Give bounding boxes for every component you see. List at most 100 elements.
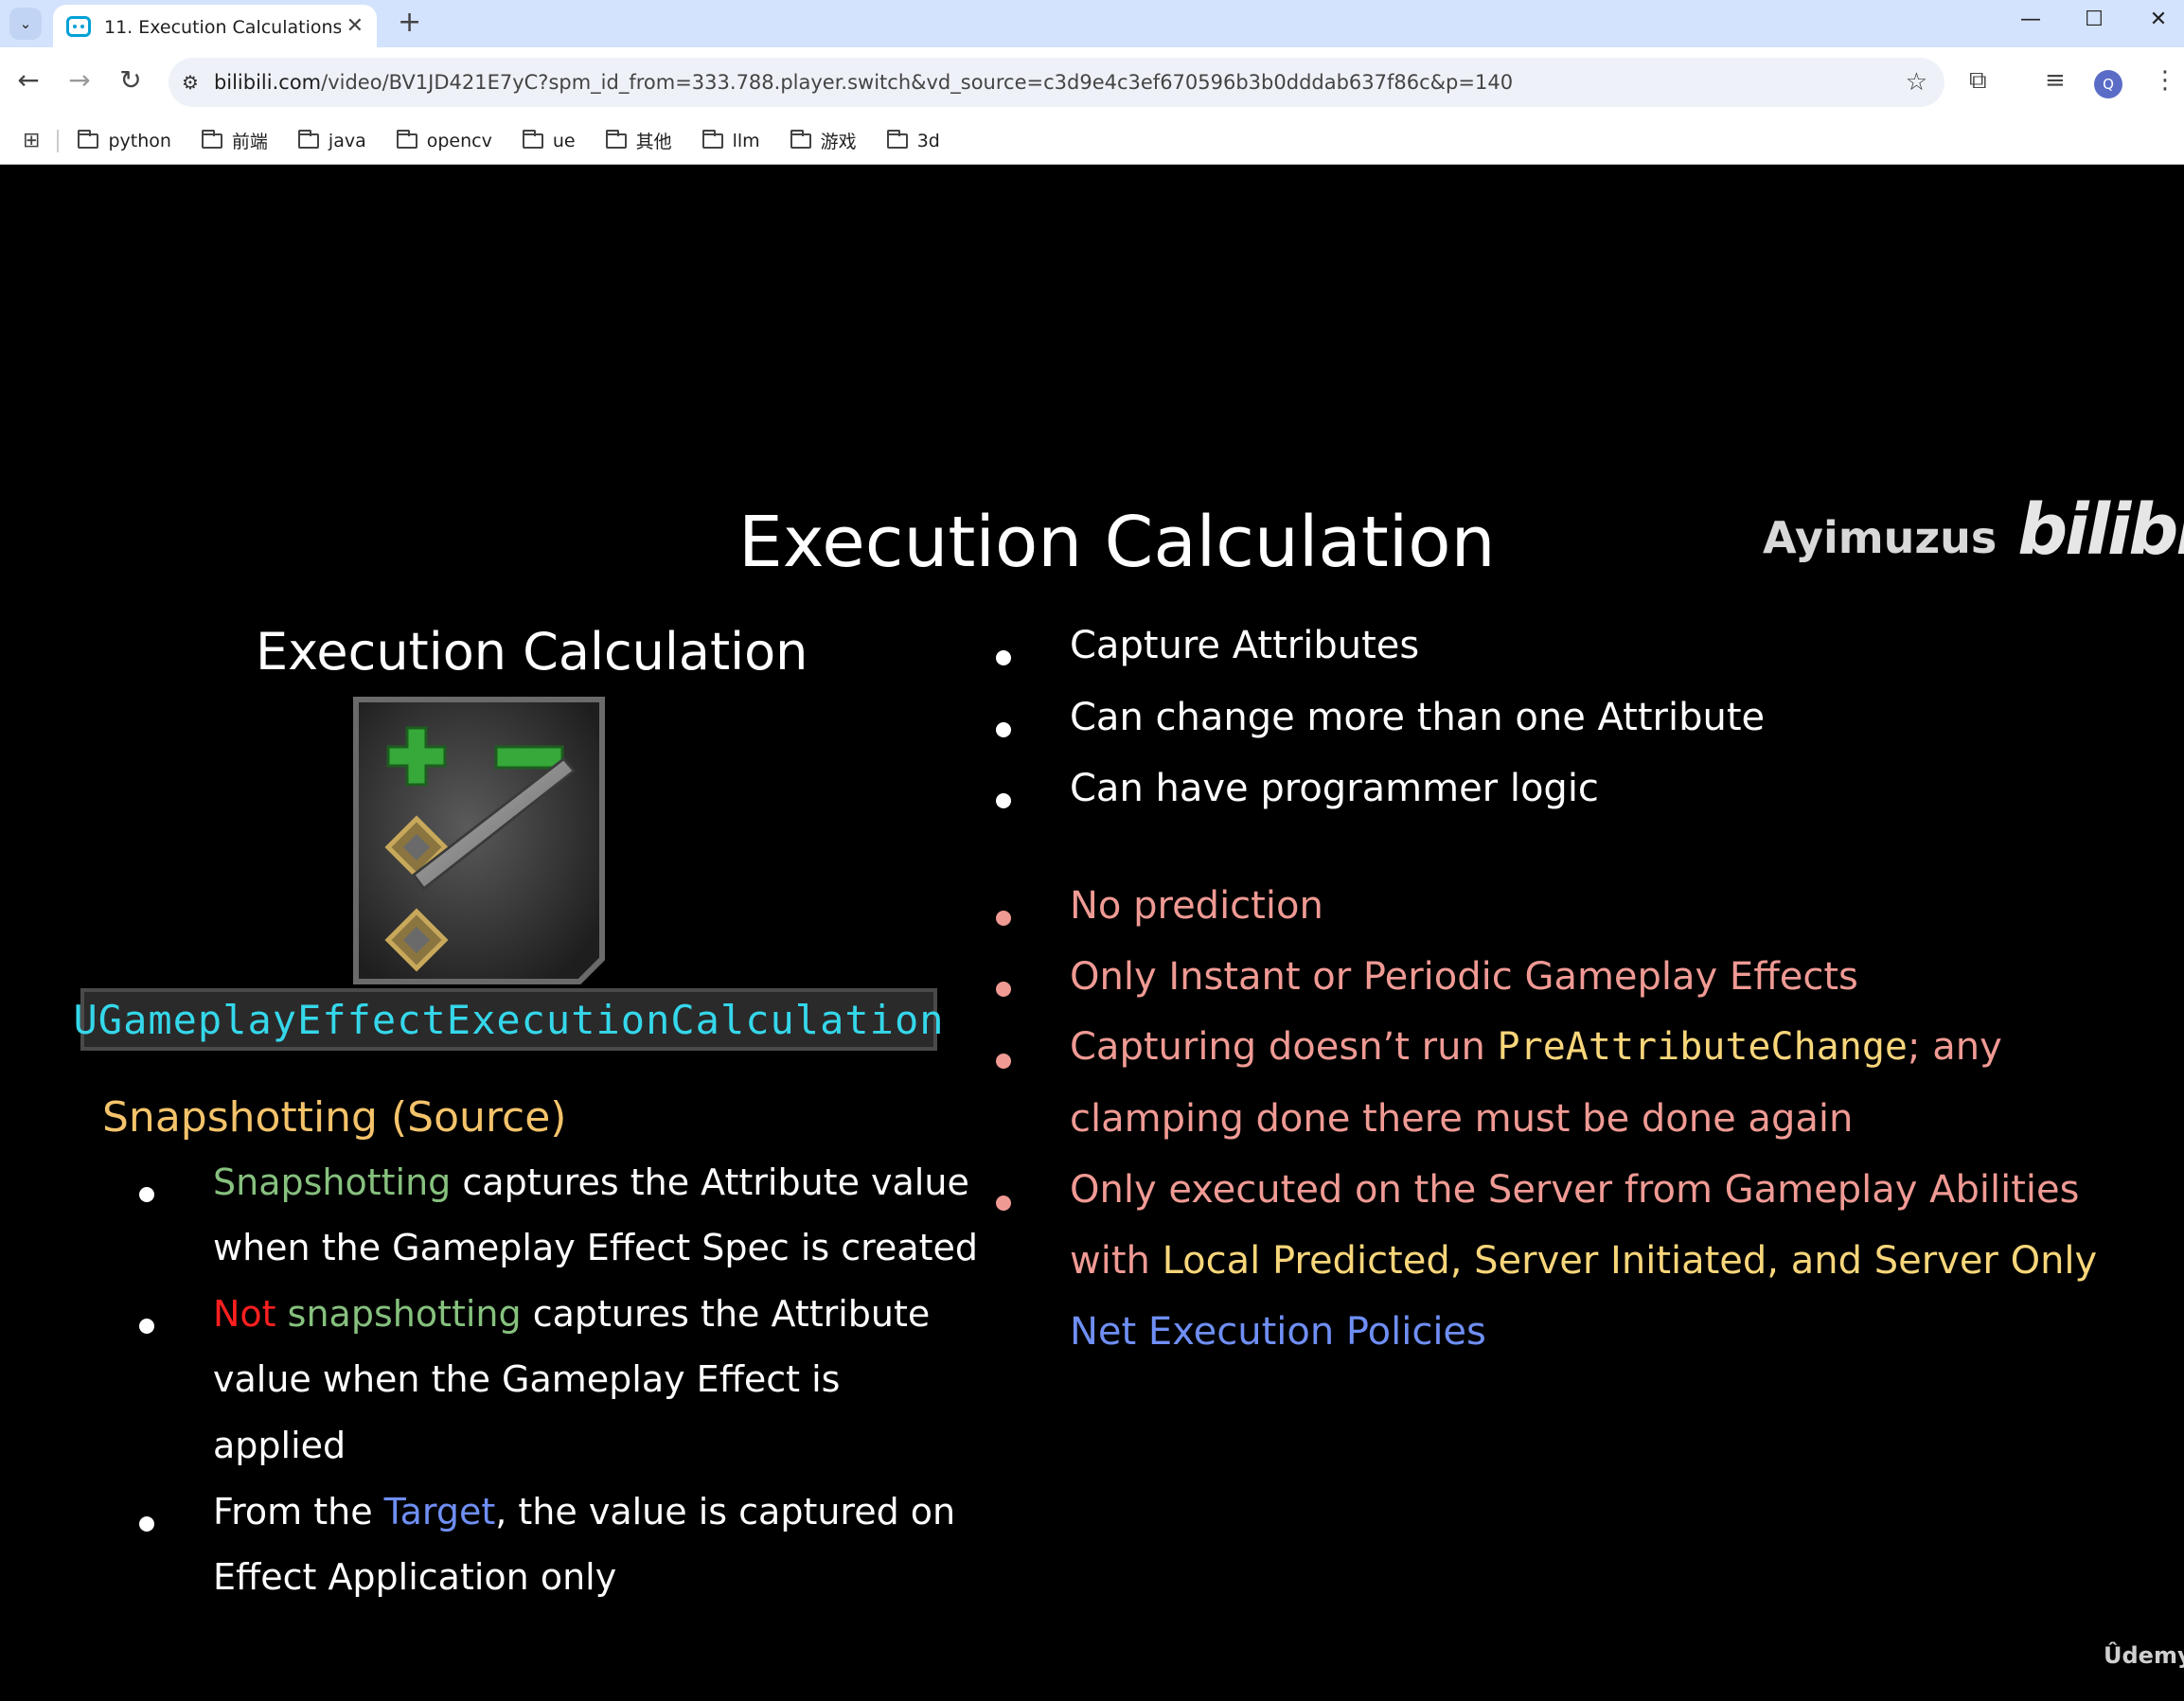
right-bullet-capture-attributes: Capture Attributes <box>1070 624 1420 667</box>
folder-icon <box>701 129 723 149</box>
folder-icon <box>201 129 222 149</box>
extensions-icon[interactable]: ⧉ <box>1969 66 1987 96</box>
policies-list: Local Predicted, Server Initiated, and S… <box>1162 1239 2098 1283</box>
browser-toolbar: ← → ↻ ⚙ bilibili.com/video/BV1JD421E7yC?… <box>0 47 2184 117</box>
text: From the <box>213 1491 384 1533</box>
site-info-icon[interactable]: ⚙ <box>182 71 199 94</box>
folder-icon <box>522 129 543 149</box>
chevron-down-icon: ⌄ <box>19 15 32 32</box>
bookmark-label: opencv <box>426 130 492 151</box>
media-controls-icon[interactable]: ≡ <box>2045 66 2066 95</box>
folder-icon <box>886 129 908 149</box>
bullet <box>996 911 1011 926</box>
right-bullet-capturing-line-1: Capturing doesn’t run PreAttributeChange… <box>1070 1025 2002 1069</box>
bookmark-folder-frontend[interactable]: 前端 <box>201 128 268 153</box>
bookmark-folder-other[interactable]: 其他 <box>605 128 672 153</box>
bookmark-label: 其他 <box>635 132 672 152</box>
text: captures the Attribute <box>521 1293 931 1335</box>
forward-button[interactable]: → <box>61 64 98 96</box>
folder-icon <box>790 129 811 149</box>
left-bullet-2-line-2: value when the Gameplay Effect is <box>213 1358 841 1400</box>
text: with <box>1070 1239 1163 1283</box>
folder-icon <box>297 129 319 149</box>
bullet <box>139 1319 154 1334</box>
bookmark-folder-opencv[interactable]: opencv <box>396 129 492 151</box>
bookmark-label: llm <box>732 130 760 151</box>
bullet <box>139 1187 154 1202</box>
menu-icon[interactable]: ⋮ <box>2153 66 2177 95</box>
tab-strip: ⌄ 11. Execution Calculations 哔 ✕ + — ☐ ✕ <box>0 0 2184 47</box>
bookmark-folder-java[interactable]: java <box>297 129 366 151</box>
slide-title: Execution Calculation <box>738 502 1496 583</box>
class-name-box: UGameplayEffectExecutionCalculation <box>74 988 944 1051</box>
folder-icon <box>78 129 99 149</box>
execution-calculation-icon <box>353 697 605 984</box>
bookmark-label: 前端 <box>231 132 268 152</box>
url-text[interactable]: bilibili.com/video/BV1JD421E7yC?spm_id_f… <box>214 71 1513 94</box>
new-tab-button[interactable]: + <box>398 6 421 39</box>
bookmarks-divider <box>57 129 60 152</box>
tab-title: 11. Execution Calculations 哔 <box>104 17 341 38</box>
bookmark-label: ue <box>552 130 576 151</box>
watermark: Ayimuzus bilibili <box>1763 489 2184 571</box>
right-bullet-server-line-3: Net Execution Policies <box>1070 1310 1486 1354</box>
video-player[interactable]: Execution Calculation Ayimuzus bilibili … <box>0 166 2184 1701</box>
bullet <box>996 650 1011 665</box>
text: Capturing doesn’t run <box>1070 1025 1498 1069</box>
close-window-button[interactable]: ✕ <box>2140 8 2177 31</box>
snapshot-heading: Snapshotting (Source) <box>102 1093 567 1142</box>
term-target: Target <box>383 1491 496 1533</box>
code-preattributechange: PreAttributeChange <box>1497 1025 1909 1069</box>
bullet <box>996 793 1011 808</box>
address-bar[interactable]: ⚙ bilibili.com/video/BV1JD421E7yC?spm_id… <box>169 58 1944 107</box>
maximize-button[interactable]: ☐ <box>2075 8 2113 31</box>
text: ; any <box>1908 1025 2002 1069</box>
minimize-button[interactable]: — <box>2012 8 2050 31</box>
bookmark-folder-python[interactable]: python <box>78 129 171 151</box>
term-not: Not <box>213 1293 276 1335</box>
reload-button[interactable]: ↻ <box>112 64 150 96</box>
apps-grid-icon[interactable]: ⊞ <box>23 129 40 152</box>
right-bullet-instant-periodic: Only Instant or Periodic Gameplay Effect… <box>1070 955 1858 999</box>
left-bullet-2-line-3: applied <box>213 1425 346 1466</box>
folder-icon <box>605 129 627 149</box>
tab-close-icon[interactable]: ✕ <box>346 14 364 38</box>
left-bullet-1-line-2: when the Gameplay Effect Spec is created <box>213 1227 979 1268</box>
profile-avatar[interactable]: Q <box>2094 70 2122 98</box>
bullet <box>996 982 1011 997</box>
tab-active[interactable]: 11. Execution Calculations 哔 ✕ <box>53 5 377 47</box>
term-snapshotting: Snapshotting <box>213 1161 452 1203</box>
udemy-logo: Ûdemy <box>2104 1642 2184 1669</box>
folder-icon <box>396 129 417 149</box>
left-heading: Execution Calculation <box>256 622 808 682</box>
text: , the value is captured on <box>495 1491 956 1533</box>
bookmark-label: 游戏 <box>820 132 857 152</box>
bilibili-favicon-icon <box>66 15 91 37</box>
right-bullet-capturing-line-2: clamping done there must be done again <box>1070 1097 1854 1141</box>
bookmark-label: 3d <box>916 130 940 151</box>
bookmark-folder-3d[interactable]: 3d <box>886 129 940 151</box>
bookmark-folder-games[interactable]: 游戏 <box>790 128 857 153</box>
url-host: bilibili.com <box>213 71 322 94</box>
url-path: /video/BV1JD421E7yC?spm_id_from=333.788.… <box>321 71 1514 94</box>
left-bullet-3-line-1: From the Target, the value is captured o… <box>213 1491 955 1533</box>
bookmarks-bar: ⊞ python 前端 java opencv ue 其他 llm 游戏 3d <box>0 117 2184 165</box>
bullet <box>139 1516 154 1532</box>
left-bullet-3-line-2: Effect Application only <box>213 1556 617 1598</box>
bookmark-folder-llm[interactable]: llm <box>701 129 760 151</box>
right-bullet-server-line-2: with Local Predicted, Server Initiated, … <box>1070 1239 2097 1283</box>
watermark-user: Ayimuzus <box>1763 512 1998 563</box>
back-button[interactable]: ← <box>9 64 47 96</box>
tab-search-button[interactable]: ⌄ <box>9 8 42 40</box>
bookmark-star-icon[interactable]: ☆ <box>1906 68 1927 97</box>
bullet <box>996 1196 1011 1211</box>
term-snapshotting: snapshotting <box>275 1293 522 1335</box>
left-bullet-1-line-1: Snapshotting captures the Attribute valu… <box>213 1161 969 1203</box>
right-bullet-programmer-logic: Can have programmer logic <box>1070 767 1599 810</box>
right-bullet-server-line-1: Only executed on the Server from Gamepla… <box>1070 1168 2080 1212</box>
bookmark-label: python <box>108 130 171 151</box>
bookmark-label: java <box>328 130 366 151</box>
left-bullet-2-line-1: Not snapshotting captures the Attribute <box>213 1293 930 1335</box>
bilibili-logo: bilibili <box>2017 489 2184 571</box>
bookmark-folder-ue[interactable]: ue <box>522 129 576 151</box>
